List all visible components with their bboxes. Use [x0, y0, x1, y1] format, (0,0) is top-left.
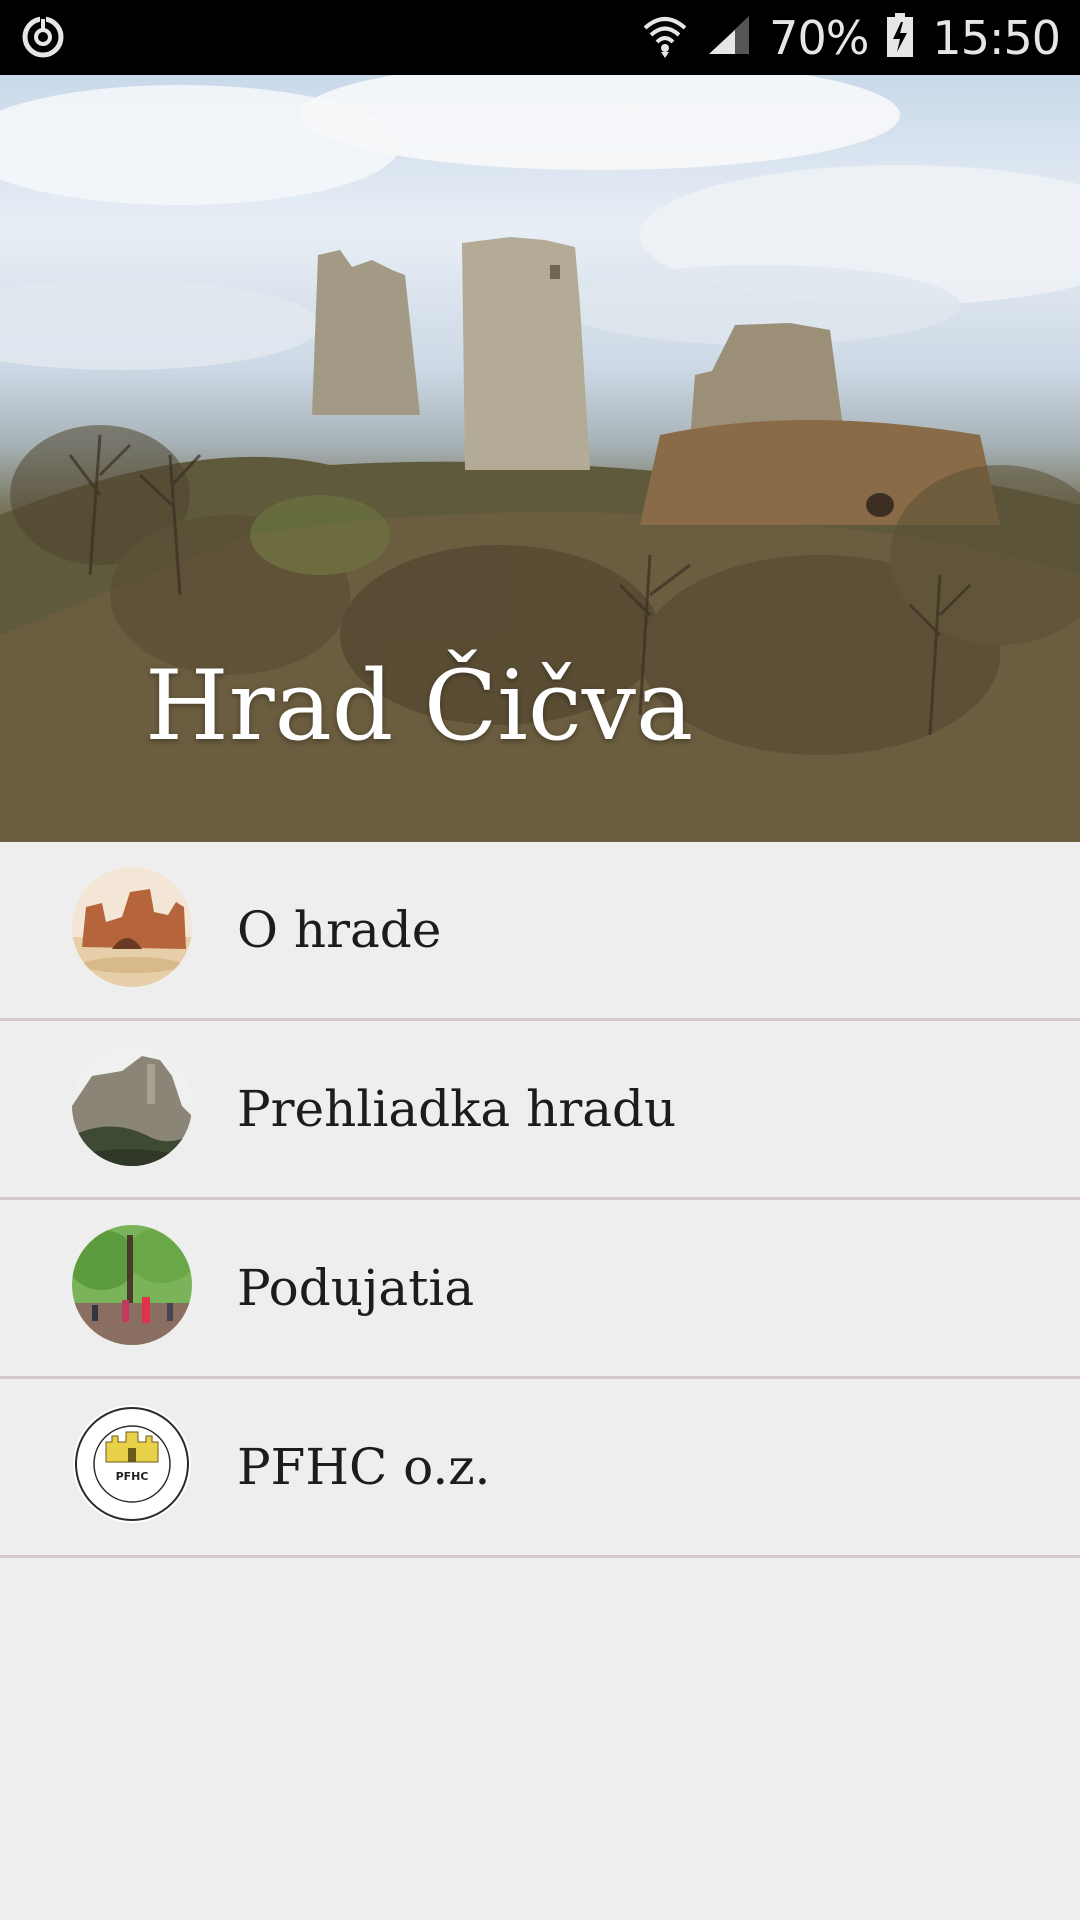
menu-item-label: PFHC o.z. [237, 1438, 491, 1496]
castle-tour-thumbnail-icon [72, 1046, 192, 1166]
logo-center-text: PFHC [116, 1470, 149, 1483]
page-title: Hrad Čičva [145, 650, 694, 762]
menu-item-label: Prehliadka hradu [237, 1080, 677, 1138]
battery-percent: 70% [769, 10, 869, 65]
menu-item-podujatia[interactable]: Podujatia [0, 1200, 1080, 1379]
wifi-icon [641, 12, 689, 63]
pfhc-logo-icon: PFHC [72, 1404, 192, 1524]
menu-item-pfhc-oz[interactable]: PFHC PFHC o.z. [0, 1379, 1080, 1558]
clock: 15:50 [932, 10, 1061, 65]
cellular-signal-icon [707, 14, 751, 61]
menu-item-prehliadka-hradu[interactable]: Prehliadka hradu [0, 1021, 1080, 1200]
battery-charging-icon [886, 12, 914, 63]
castle-header-image: Hrad Čičva [0, 75, 1080, 842]
events-thumbnail-icon [72, 1225, 192, 1345]
menu-item-label: Podujatia [237, 1259, 475, 1317]
main-menu: O hrade Prehliadka hradu Podujatia PFHC … [0, 842, 1080, 1558]
menu-item-label: O hrade [237, 901, 442, 959]
menu-item-o-hrade[interactable]: O hrade [0, 842, 1080, 1021]
status-bar: 70% 15:50 [0, 0, 1080, 75]
castle-ruins-thumbnail-icon [72, 867, 192, 987]
sync-icon [20, 14, 66, 60]
